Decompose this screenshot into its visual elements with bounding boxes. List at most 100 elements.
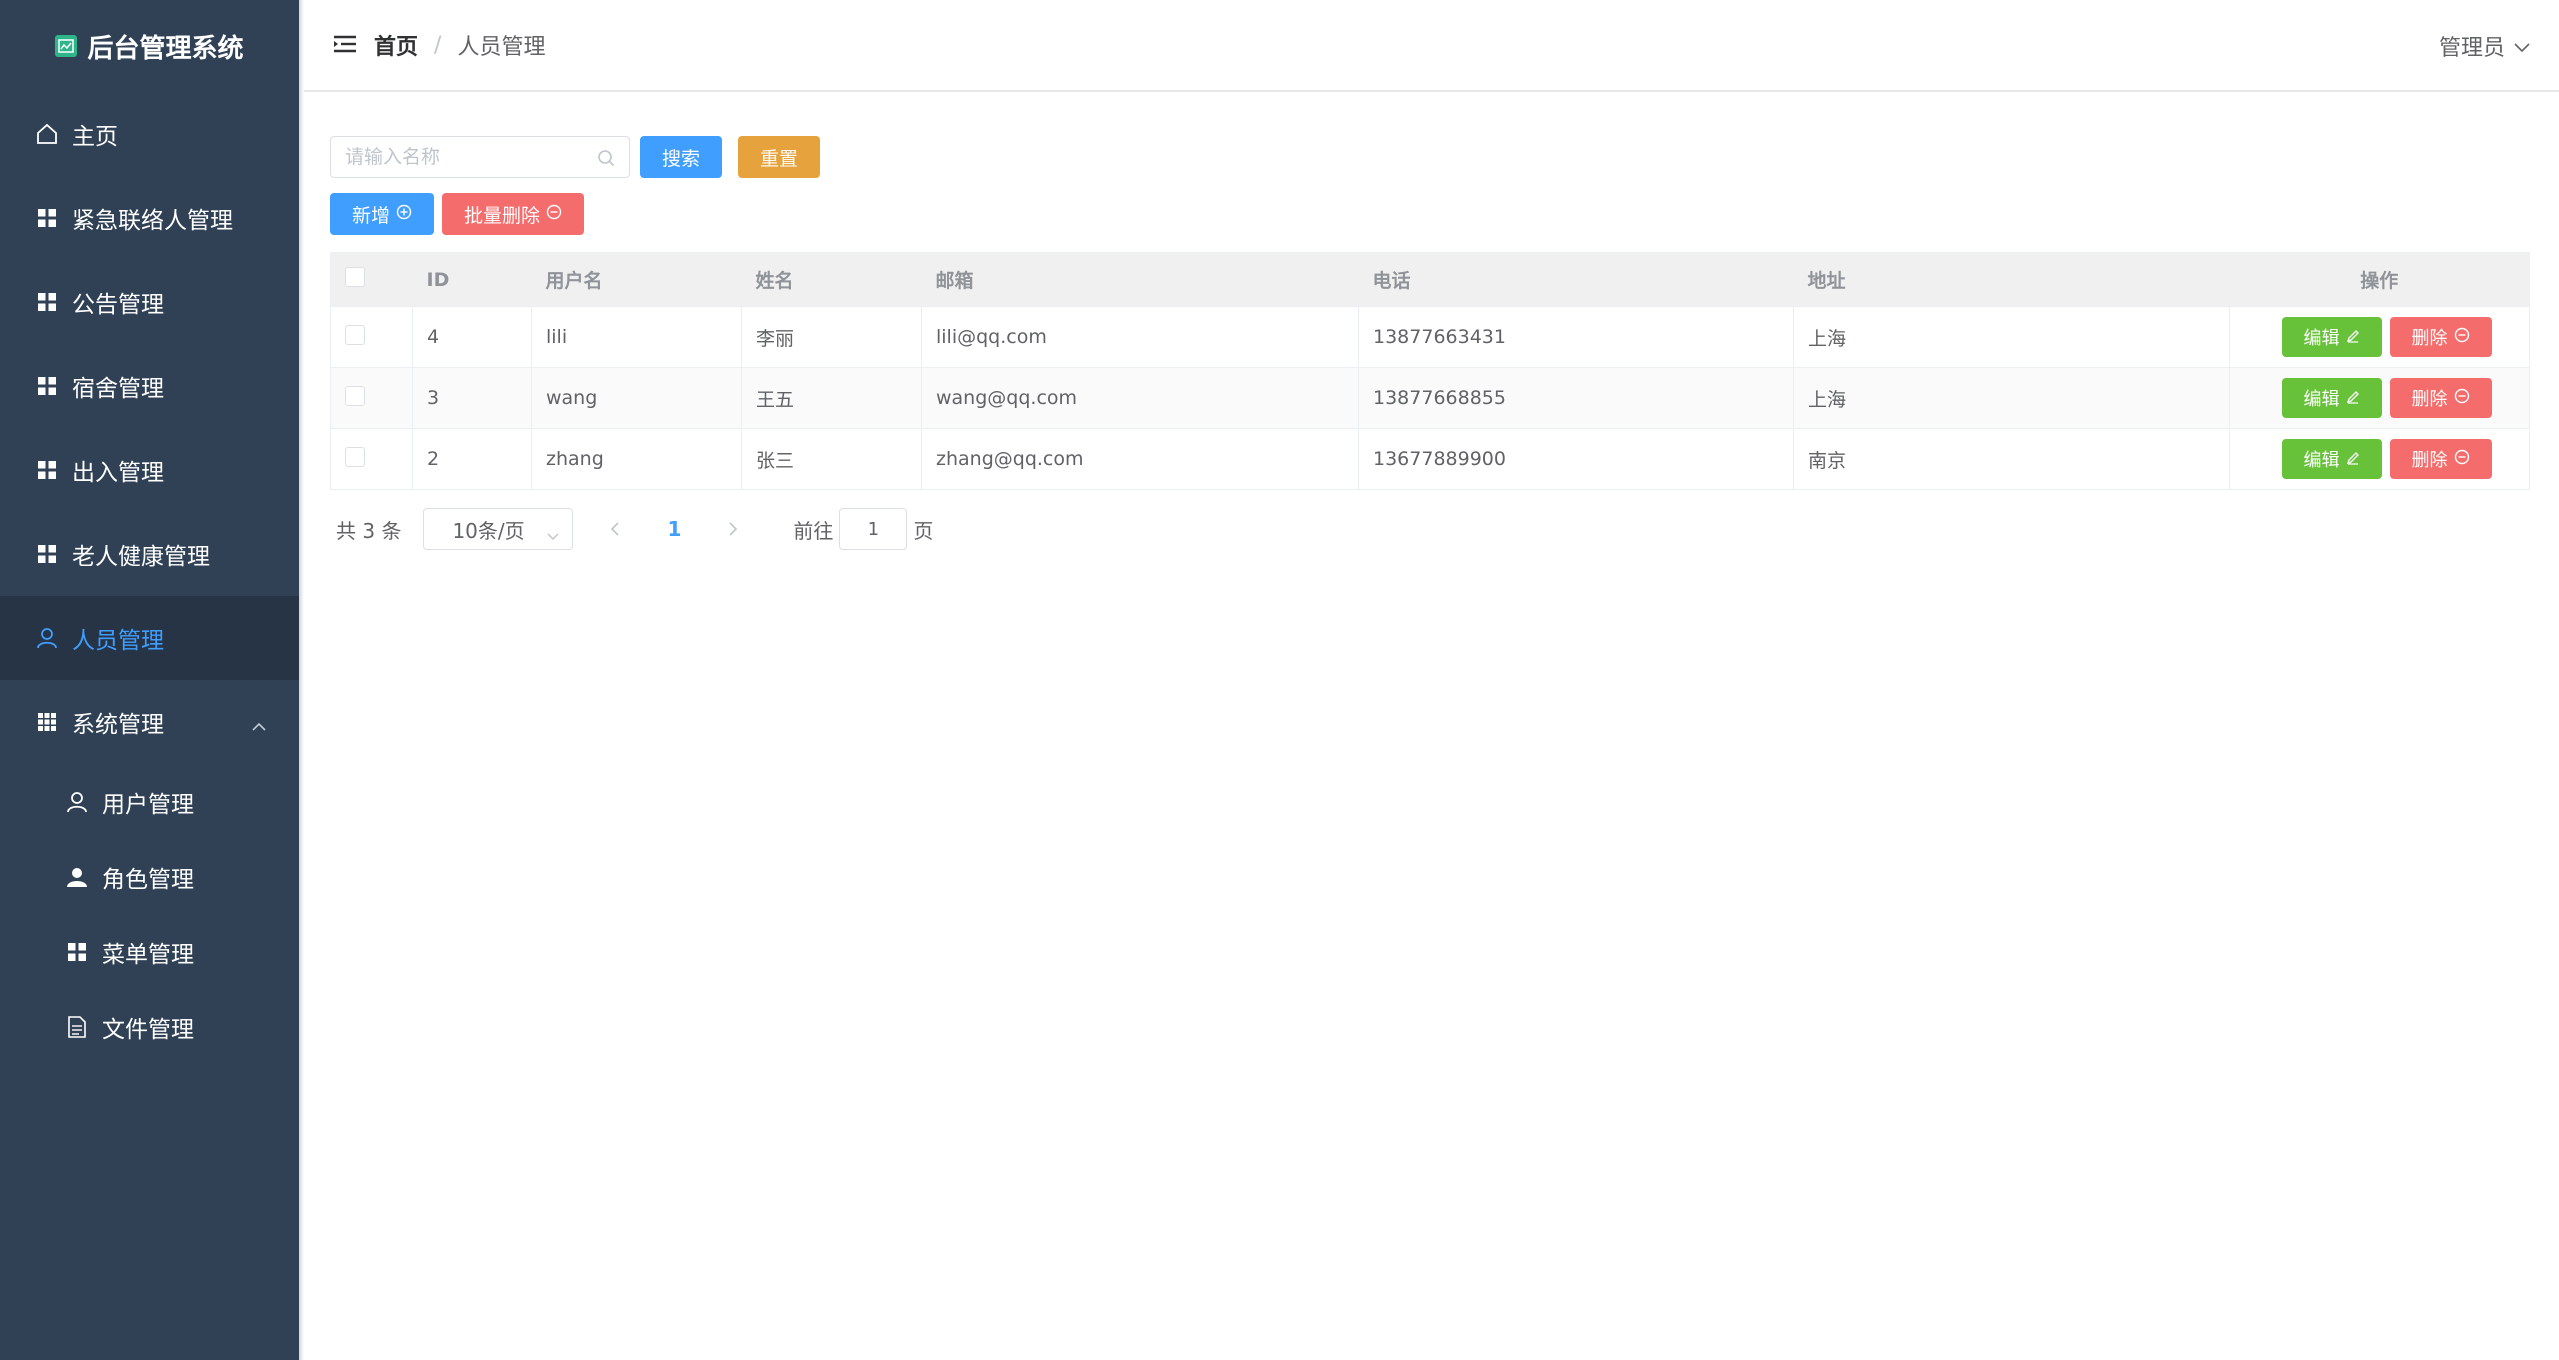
next-page-button[interactable] (727, 521, 739, 537)
cell-id: 3 (412, 367, 532, 429)
cell-phone: 13677889900 (1358, 428, 1794, 490)
sidebar-item-label: 紧急联络人管理 (72, 208, 233, 234)
grid-icon (36, 375, 58, 397)
sidebar-item-elder-health[interactable]: 老人健康管理 (0, 512, 299, 596)
table-header-row: ID 用户名 姓名 邮箱 电话 地址 操作 (330, 252, 2530, 307)
sidebar-item-home[interactable]: 主页 (0, 92, 299, 176)
user-name: 管理员 (2438, 36, 2505, 61)
batch-delete-label: 批量删除 (464, 204, 541, 227)
add-button[interactable]: 新增 (330, 193, 435, 235)
column-header-name: 姓名 (741, 252, 922, 307)
search-input[interactable] (345, 146, 615, 168)
pencil-icon (2346, 388, 2360, 409)
cell-username: wang (531, 367, 742, 429)
cell-username: lili (531, 306, 742, 368)
cell-address: 上海 (1793, 367, 2230, 429)
cell-email: lili@qq.com (921, 306, 1359, 368)
edit-button[interactable]: 编辑 (2281, 317, 2382, 357)
page-size-value: 10条/页 (452, 518, 525, 543)
edit-button[interactable]: 编辑 (2281, 439, 2382, 479)
sidebar-item-dormitory[interactable]: 宿舍管理 (0, 344, 299, 428)
user-menu[interactable]: 管理员 (2439, 0, 2531, 92)
action-toolbar: 新增 批量删除 (330, 193, 585, 235)
cell-actions: 编辑 删除 (2229, 367, 2530, 429)
sidebar-subitem-roles[interactable]: 角色管理 (0, 839, 299, 914)
sidebar-shadow (299, 0, 304, 1360)
sidebar-item-emergency-contacts[interactable]: 紧急联络人管理 (0, 176, 299, 260)
delete-button-label: 删除 (2411, 328, 2448, 349)
sidebar-item-label: 文件管理 (102, 1016, 194, 1043)
document-icon (66, 1015, 88, 1038)
collapse-menu-icon[interactable] (334, 35, 356, 55)
pencil-icon (2346, 327, 2360, 348)
row-checkbox[interactable] (345, 446, 365, 467)
row-actions: 编辑 删除 (2244, 378, 2529, 418)
cell-name: 王五 (741, 367, 922, 429)
sidebar-subitem-menus[interactable]: 菜单管理 (0, 914, 299, 989)
cell-address: 南京 (1793, 428, 2230, 490)
grid-icon (66, 941, 88, 963)
batch-delete-button[interactable]: 批量删除 (442, 193, 585, 235)
user-icon (36, 627, 58, 649)
sidebar-item-label: 系统管理 (72, 712, 164, 738)
prev-page-button[interactable] (609, 521, 621, 537)
column-header-address: 地址 (1793, 252, 2230, 307)
grid-icon (36, 291, 58, 313)
delete-button-label: 删除 (2411, 450, 2448, 471)
sidebar-subitem-users[interactable]: 用户管理 (0, 764, 299, 839)
sidebar-item-announcements[interactable]: 公告管理 (0, 260, 299, 344)
goto-page-input[interactable] (839, 508, 908, 550)
sidebar-item-label: 人员管理 (72, 628, 164, 654)
breadcrumb-separator: / (434, 32, 442, 58)
logo-icon (55, 35, 78, 57)
sidebar-item-access[interactable]: 出入管理 (0, 428, 299, 512)
page-number-current[interactable]: 1 (667, 517, 681, 541)
personnel-table: ID 用户名 姓名 邮箱 电话 地址 操作 4 lili 李丽 lili@qq.… (330, 252, 2530, 490)
sidebar: 后台管理系统 主页 紧急联络人管理 公告管理 宿舍管理 出入管理 老人健康管理 … (0, 0, 299, 1360)
sidebar-item-label: 出入管理 (72, 460, 164, 486)
column-header-id: ID (412, 252, 532, 307)
pagination: 共 3 条 10条/页 1 前往 页 (336, 508, 933, 550)
user-icon (66, 791, 88, 813)
search-toolbar: 搜索 重置 (330, 136, 821, 178)
row-actions: 编辑 删除 (2244, 317, 2529, 357)
delete-button[interactable]: 删除 (2389, 317, 2492, 357)
circle-minus-icon (2454, 388, 2470, 409)
cell-phone: 13877668855 (1358, 367, 1794, 429)
breadcrumb-home[interactable]: 首页 (374, 29, 418, 61)
pencil-icon (2346, 449, 2360, 470)
edit-button-label: 编辑 (2303, 450, 2340, 471)
sidebar-item-personnel[interactable]: 人员管理 (0, 596, 299, 680)
grid-icon (36, 459, 58, 481)
circle-minus-icon (546, 203, 562, 225)
delete-button[interactable]: 删除 (2389, 439, 2492, 479)
menu-grid-icon (36, 711, 58, 733)
chevron-up-icon (251, 712, 267, 738)
search-button[interactable]: 搜索 (640, 136, 723, 178)
sidebar-subitem-files[interactable]: 文件管理 (0, 989, 299, 1064)
sidebar-item-label: 公告管理 (72, 292, 164, 318)
cell-name: 李丽 (741, 306, 922, 368)
select-all-cell (330, 252, 413, 307)
sidebar-item-system[interactable]: 系统管理 (0, 680, 299, 764)
sidebar-item-label: 宿舍管理 (72, 376, 164, 402)
select-all-checkbox[interactable] (345, 267, 365, 287)
search-box (330, 136, 630, 178)
row-checkbox[interactable] (345, 385, 365, 406)
delete-button[interactable]: 删除 (2389, 378, 2492, 418)
header: 首页 / 人员管理 管理员 (304, 0, 2559, 92)
page-size-select[interactable]: 10条/页 (423, 508, 574, 550)
goto-label: 前往 (793, 518, 834, 543)
sidebar-item-label: 用户管理 (102, 791, 194, 818)
reset-button[interactable]: 重置 (738, 136, 821, 178)
delete-button-label: 删除 (2411, 389, 2448, 410)
breadcrumb-current: 人员管理 (457, 35, 546, 60)
row-checkbox[interactable] (345, 324, 365, 345)
sidebar-item-label: 老人健康管理 (72, 544, 210, 570)
row-select-cell (330, 367, 413, 429)
edit-button-label: 编辑 (2303, 389, 2340, 410)
cell-phone: 13877663431 (1358, 306, 1794, 368)
search-icon (597, 149, 615, 171)
edit-button-label: 编辑 (2303, 328, 2340, 349)
edit-button[interactable]: 编辑 (2281, 378, 2382, 418)
